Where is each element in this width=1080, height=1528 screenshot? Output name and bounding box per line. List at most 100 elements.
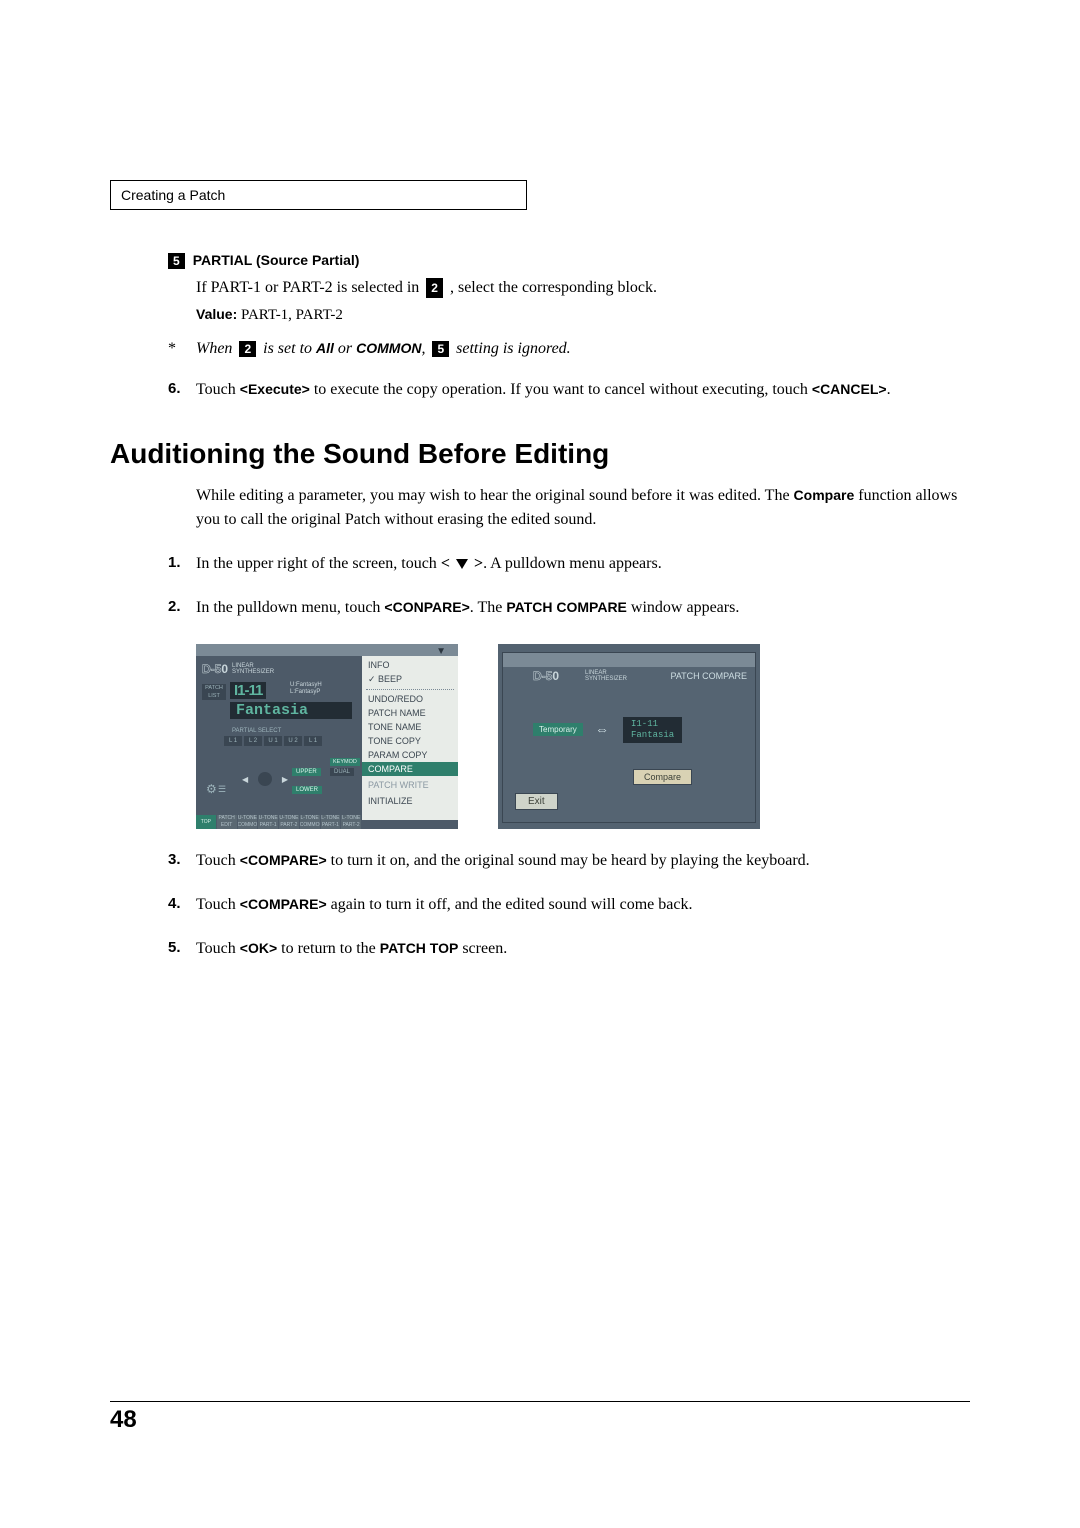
tab: PATCH EDIT [217,815,238,829]
patch-list-button: PATCH LIST [202,684,226,700]
menu-beep: BEEP [362,672,458,687]
partial-btn: L 1 [224,736,242,746]
badge-2-inline: 2 [426,278,443,298]
text: If PART-1 or PART-2 is selected in [196,279,423,296]
window-frame: D-50 LINEARSYNTHESIZER PATCH COMPARE Tem… [502,652,756,823]
lower-btn: LOWER [292,786,322,794]
screenshot-patch-top: ▼ D-50 LINEARSYNTHESIZER PATCH LIST I1-1… [196,644,458,829]
partial-source-block: 5 PARTIAL (Source Partial) [168,252,970,270]
step-3: 3. Touch <COMPARE> to turn it on, and th… [168,849,970,873]
cancel-label: <CANCEL> [812,381,887,397]
t: or [338,340,356,357]
partial-title: PARTIAL (Source Partial) [193,252,360,268]
t: Touch [196,852,240,869]
patch-top-label: PATCH TOP [380,940,459,956]
patch-name: Fantasia [230,702,352,719]
figure-topbar [196,644,458,656]
window-titlebar [503,653,755,667]
t: to turn it on, and the original sound ma… [327,852,810,869]
footnote: * When 2 is set to All or COMMON, 5 sett… [168,340,970,358]
tab: L-TONE COMMON [300,815,321,829]
keymode-btn: KEYMOD [330,758,360,766]
step-body: Touch <COMPARE> again to turn it off, an… [196,893,970,917]
step-num: 3. [168,849,196,873]
t: to execute the copy operation. If you wa… [310,381,812,398]
compare-button: Compare [633,769,692,785]
pulldown-menu: INFO BEEP UNDO/REDO PATCH NAME TONE NAME… [362,656,458,820]
left-column: D-50 LINEARSYNTHESIZER PATCH LIST I1-11 … [202,662,362,676]
swap-arrows-icon: ⇔ [595,721,609,737]
menu-tonename: TONE NAME [362,720,458,734]
t: screen. [458,940,507,957]
tab: L-TONE PART-2 [341,815,362,829]
badge-2-note: 2 [239,341,256,357]
partial-buttons: L 1 L 2 U 1 U 2 L 1 [224,736,322,746]
gt: > [470,555,483,572]
menu-patchname: PATCH NAME [362,706,458,720]
tab: L-TONE PART-1 [321,815,342,829]
menu-info: INFO [362,658,458,672]
step-num: 4. [168,893,196,917]
t: setting is ignored. [456,340,571,357]
t: . A pulldown menu appears. [483,555,662,572]
tone-names: U:FantasyHL:FantasyP [290,682,322,696]
menu-initialize: INITIALIZE [362,794,458,808]
compare-word: Compare [794,487,855,503]
partial-desc: If PART-1 or PART-2 is selected in 2 , s… [196,276,970,300]
value-text: PART-1, PART-2 [237,307,343,323]
manual-page: Creating a Patch 5 PARTIAL (Source Parti… [110,180,970,1434]
joystick-icon: ◀ ▶ [250,770,280,792]
step-6: 6. Touch <Execute> to execute the copy o… [168,378,970,402]
partial-btn: L 1 [304,736,322,746]
t: . The [470,599,507,616]
step-body: Touch <OK> to return to the PATCH TOP sc… [196,937,970,961]
tab: U-TONE PART-1 [258,815,279,829]
value-line: Value: PART-1, PART-2 [196,306,970,324]
d50-logo: D-50 [533,669,559,683]
tab: U-TONE PART-2 [279,815,300,829]
t: to return to the [277,940,380,957]
screenshot-patch-compare: D-50 LINEARSYNTHESIZER PATCH COMPARE Tem… [498,644,760,829]
patch-compare-label: PATCH COMPARE [506,599,627,615]
left-arrow-icon: ◀ [242,775,248,784]
intro-paragraph: While editing a parameter, you may wish … [196,484,970,532]
compare-label: <COMPARE> [240,896,327,912]
tab: U-TONE COMMON [238,815,259,829]
menu-paramcopy: PARAM COPY [362,748,458,762]
temporary-button: Temporary [533,723,583,736]
t: window appears. [627,599,739,616]
menu-patchwrite: PATCH WRITE [362,776,458,794]
step-5: 5. Touch <OK> to return to the PATCH TOP… [168,937,970,961]
section-heading: Auditioning the Sound Before Editing [110,438,970,470]
patch-number: I1-11 [230,682,266,699]
text: , select the corresponding block. [450,279,657,296]
badge-5: 5 [168,253,185,269]
down-triangle-icon [456,559,468,569]
exit-button: Exit [515,793,558,810]
partial-btn: U 1 [264,736,282,746]
value-label: Value: [196,306,237,322]
asterisk: * [168,340,192,358]
menu-tonecopy: TONE COPY [362,734,458,748]
execute-label: <Execute> [240,381,310,397]
badge-5-note: 5 [432,341,449,357]
lt: < [441,555,454,572]
common: COMMON [356,340,421,356]
t: Touch [196,896,240,913]
t: again to turn it off, and the edited sou… [327,896,693,913]
t: . [887,381,891,398]
dual-btn: DUAL [330,768,354,776]
step-body: Touch <Execute> to execute the copy oper… [196,378,970,402]
step-body: In the upper right of the screen, touch … [196,552,970,576]
step-body: In the pulldown menu, touch <CONPARE>. T… [196,596,970,620]
partial-select-label: PARTIAL SELECT [232,728,281,734]
figure-row: ▼ D-50 LINEARSYNTHESIZER PATCH LIST I1-1… [196,644,970,829]
tab-top: TOP [196,815,217,829]
partial-btn: U 2 [284,736,302,746]
joy-circle-icon [258,772,272,786]
chapter-header-box: Creating a Patch [110,180,527,210]
all: All [316,340,334,356]
t: Touch [196,940,240,957]
list-icon: ☰ [218,784,226,795]
compare-label: <COMPARE> [240,852,327,868]
